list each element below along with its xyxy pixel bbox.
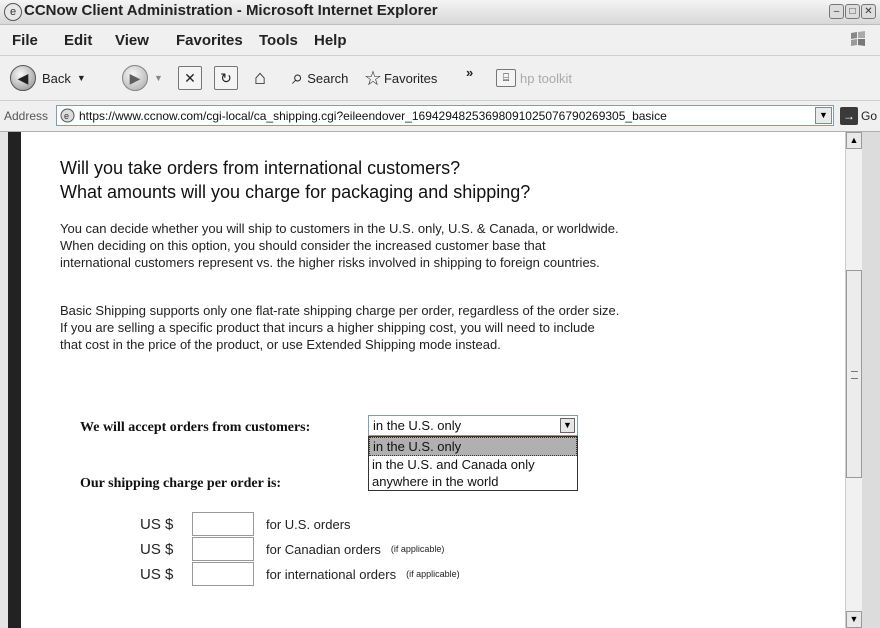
accept-orders-selected-value: in the U.S. only — [373, 418, 462, 433]
paragraph-shipping-regions: You can decide whether you will ship to … — [60, 221, 619, 270]
chevron-down-icon[interactable]: ▼ — [560, 418, 575, 433]
option-us-only[interactable]: in the U.S. only — [369, 437, 577, 456]
us-shipping-input[interactable] — [192, 512, 254, 536]
address-label: Address — [4, 109, 49, 123]
international-shipping-input[interactable] — [192, 562, 254, 586]
currency-label: US $ — [140, 565, 174, 583]
canada-shipping-input[interactable] — [192, 537, 254, 561]
go-label: Go — [861, 109, 878, 123]
shipping-row-canada: US $ for Canadian orders (if applicable) — [140, 537, 444, 561]
favorites-star-icon: ☆ — [364, 67, 382, 90]
page-heading: Will you take orders from international … — [60, 156, 680, 204]
home-button[interactable]: ⌂ — [248, 62, 272, 94]
search-button[interactable]: ⌕ Search — [292, 62, 348, 94]
page-viewport: Will you take orders from international … — [8, 132, 862, 628]
option-worldwide[interactable]: anywhere in the world — [369, 473, 577, 490]
refresh-icon: ↻ — [214, 66, 238, 90]
grip-icon — [851, 371, 858, 379]
currency-label: US $ — [140, 515, 174, 533]
shipping-row-label: for international orders — [266, 566, 397, 582]
menu-favorites[interactable]: Favorites — [176, 32, 243, 49]
scroll-down-icon[interactable]: ▼ — [846, 611, 862, 628]
page-icon: e — [60, 108, 75, 123]
favorites-button[interactable]: ☆ Favorites — [364, 62, 437, 94]
forward-dropdown-icon[interactable]: ▼ — [154, 73, 163, 83]
scroll-up-icon[interactable]: ▲ — [846, 132, 862, 149]
left-border-bar — [8, 132, 21, 628]
accept-orders-dropdown: in the U.S. only in the U.S. and Canada … — [368, 436, 578, 491]
window-controls: – □ ✕ — [829, 4, 876, 19]
address-input[interactable]: e https://www.ccnow.com/cgi-local/ca_shi… — [56, 105, 834, 126]
go-arrow-icon: → — [840, 107, 858, 125]
shipping-row-international: US $ for international orders (if applic… — [140, 562, 460, 586]
address-dropdown-icon[interactable]: ▼ — [815, 107, 832, 124]
back-label: Back — [42, 70, 71, 86]
close-button[interactable]: ✕ — [861, 4, 876, 19]
hp-toolkit-button[interactable]: ⌸ hp toolkit — [496, 62, 572, 94]
forward-button[interactable]: ▶ ▼ — [122, 62, 163, 94]
shipping-row-label: for Canadian orders — [266, 541, 381, 557]
heading-line-2: What amounts will you charge for packagi… — [60, 182, 531, 202]
ie-logo-icon: e — [4, 3, 22, 21]
go-button[interactable]: → Go — [840, 106, 877, 126]
title-bar: e CCNow Client Administration - Microsof… — [0, 0, 880, 25]
standard-toolbar: ◀ Back ▼ ▶ ▼ ✕ ↻ ⌂ ⌕ Search ☆ Favorites … — [0, 56, 880, 101]
paragraph-basic-shipping: Basic Shipping supports only one flat-ra… — [60, 303, 620, 352]
back-arrow-icon: ◀ — [10, 65, 36, 91]
applicable-note: (if applicable) — [406, 569, 460, 579]
forward-arrow-icon: ▶ — [122, 65, 148, 91]
hp-toolkit-icon: ⌸ — [496, 69, 516, 87]
browser-window: e CCNow Client Administration - Microsof… — [0, 0, 880, 628]
svg-text:e: e — [64, 111, 69, 121]
search-label: Search — [307, 70, 349, 86]
back-dropdown-icon[interactable]: ▼ — [77, 73, 86, 83]
back-button[interactable]: ◀ Back ▼ — [10, 62, 86, 94]
address-url: https://www.ccnow.com/cgi-local/ca_shipp… — [79, 109, 667, 123]
menu-file[interactable]: File — [12, 32, 38, 49]
shipping-row-label: for U.S. orders — [266, 516, 351, 532]
refresh-button[interactable]: ↻ — [214, 62, 238, 94]
window-frame-right — [862, 132, 880, 628]
favorites-label: Favorites — [383, 70, 438, 86]
menu-bar: File Edit View Favorites Tools Help — [0, 25, 880, 56]
shipping-row-us: US $ for U.S. orders — [140, 512, 351, 536]
maximize-button[interactable]: □ — [845, 4, 860, 19]
menu-help[interactable]: Help — [314, 32, 347, 49]
address-bar: Address e https://www.ccnow.com/cgi-loca… — [0, 101, 880, 132]
search-icon: ⌕ — [292, 66, 304, 89]
accept-orders-select[interactable]: in the U.S. only ▼ — [368, 415, 578, 436]
home-icon: ⌂ — [253, 66, 267, 89]
minimize-button[interactable]: – — [829, 4, 844, 19]
menu-edit[interactable]: Edit — [64, 32, 92, 49]
heading-line-1: Will you take orders from international … — [60, 158, 461, 178]
menu-view[interactable]: View — [115, 32, 149, 49]
currency-label: US $ — [140, 540, 174, 558]
applicable-note: (if applicable) — [390, 544, 445, 554]
vertical-scrollbar[interactable]: ▲ ▼ — [845, 132, 862, 628]
window-title: CCNow Client Administration - Microsoft … — [24, 2, 438, 19]
menu-tools[interactable]: Tools — [259, 32, 298, 49]
stop-icon: ✕ — [178, 66, 202, 90]
option-us-canada[interactable]: in the U.S. and Canada only — [369, 456, 577, 473]
toolbar-chevron[interactable]: » — [466, 56, 473, 88]
windows-flag-icon — [851, 31, 865, 46]
hp-toolkit-label: hp toolkit — [520, 70, 573, 86]
stop-button[interactable]: ✕ — [178, 62, 202, 94]
scrollbar-thumb[interactable] — [846, 270, 862, 478]
shipping-charge-label: Our shipping charge per order is: — [80, 476, 282, 491]
accept-orders-label: We will accept orders from customers: — [80, 420, 311, 435]
